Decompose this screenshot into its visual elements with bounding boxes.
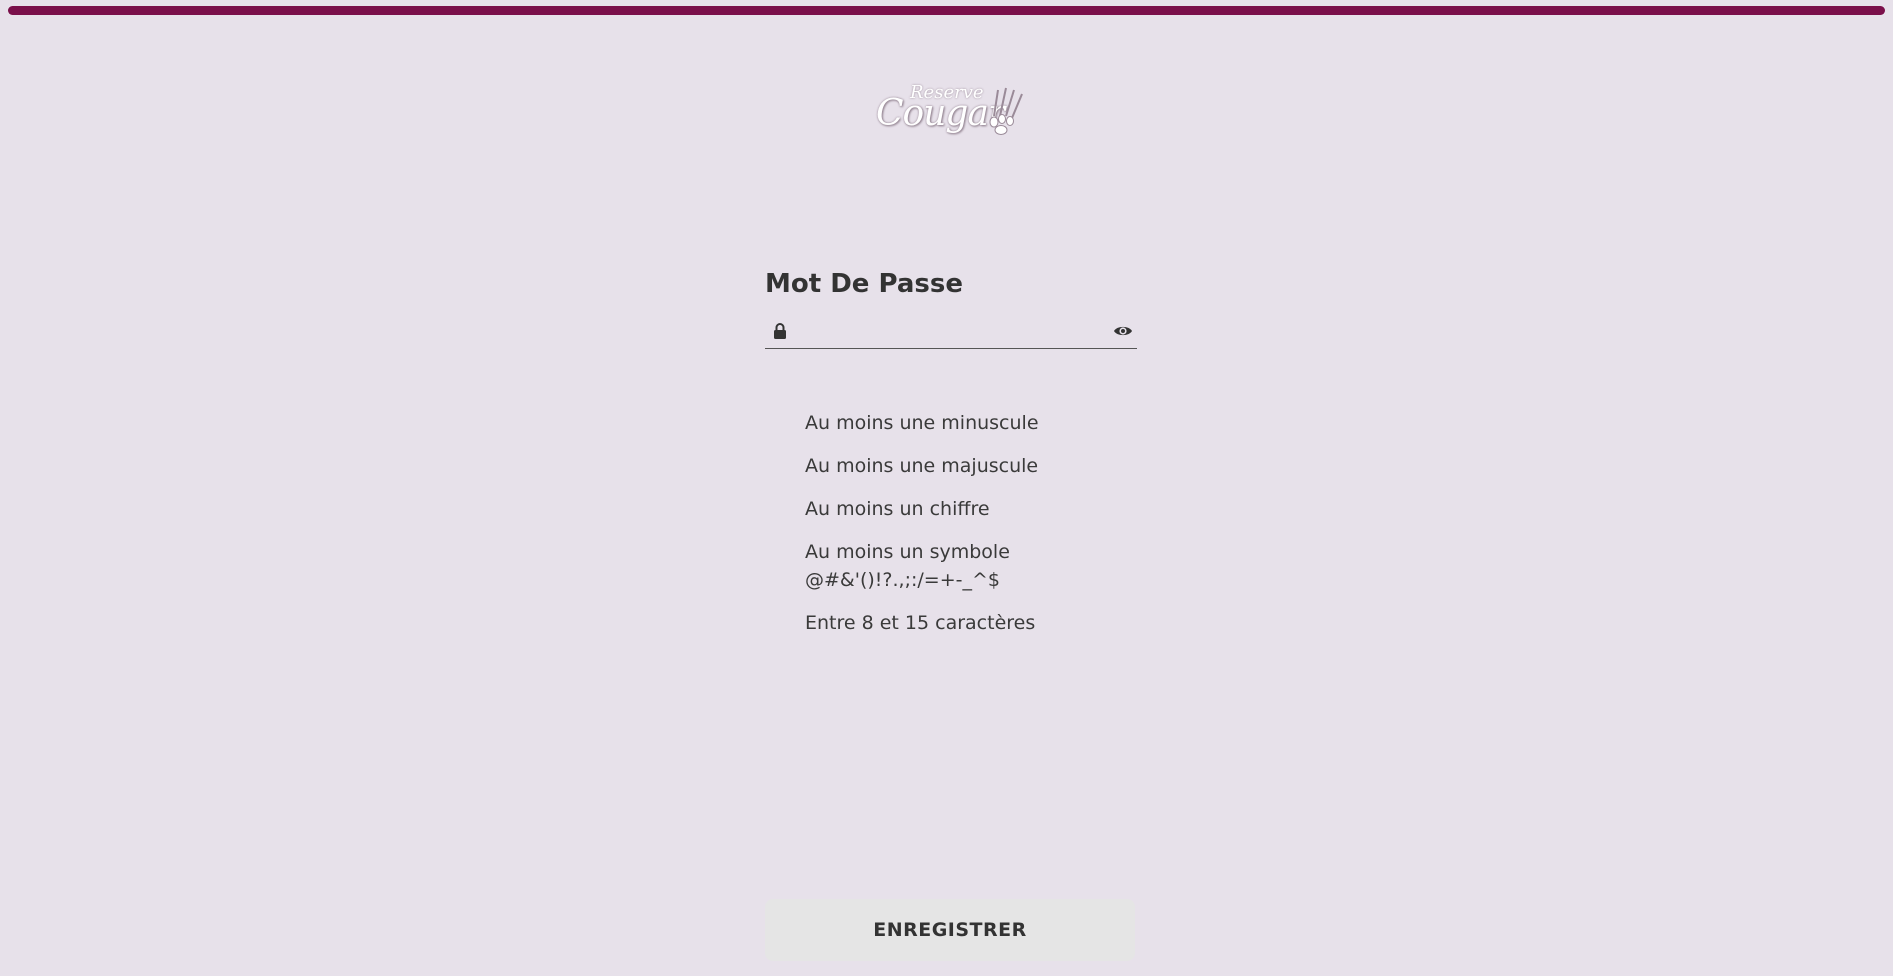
save-button[interactable]: ENREGISTRER — [765, 899, 1135, 961]
rule-lowercase: Au moins une minuscule — [805, 412, 1039, 434]
top-accent-bar — [8, 6, 1885, 15]
brand-logo: Reserve Cougar — [870, 82, 1030, 142]
password-rules-list: Au moins une minuscule Au moins une maju… — [805, 409, 1135, 637]
paw-icon — [989, 87, 1023, 135]
lock-icon — [774, 323, 786, 339]
password-input[interactable] — [795, 316, 1099, 348]
password-form: Mot De Passe Au moins une minuscule Au m… — [765, 264, 1137, 652]
eye-icon[interactable] — [1113, 324, 1133, 338]
rule-symbol: Au moins un symbole @#&'()!?.,;:/=+-_^$ — [805, 541, 1010, 591]
page-title: Mot De Passe — [765, 269, 963, 299]
rule-length: Entre 8 et 15 caractères — [805, 612, 1036, 634]
password-field-row — [765, 316, 1137, 349]
rule-digit: Au moins un chiffre — [805, 498, 990, 520]
rule-uppercase: Au moins une majuscule — [805, 455, 1039, 477]
